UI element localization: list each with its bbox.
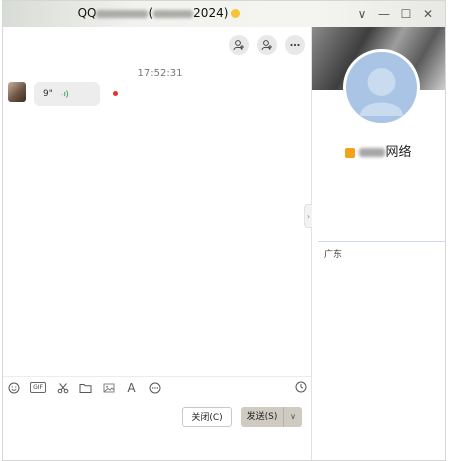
profile-nickname: 网络 [312,141,445,160]
emoji-button[interactable] [7,381,20,394]
gif-icon: GIF [30,382,46,393]
send-button[interactable]: 发送(S) [241,407,284,427]
maximize-button[interactable]: ☐ [395,4,417,24]
person-add-icon [233,40,244,51]
gif-button[interactable]: GIF [30,381,46,394]
profile-location: 广东 [324,250,343,260]
invite-button[interactable] [257,35,277,55]
profile-sidebar: 网络 广东 [312,27,445,460]
more-circle-icon [149,382,160,393]
chat-top-actions [221,35,305,55]
history-button[interactable] [295,381,307,396]
redacted-id [153,9,194,18]
image-button[interactable] [102,381,115,394]
scissors-icon [57,382,68,393]
profile-separator [318,241,445,242]
voice-duration: 9" [43,89,53,99]
more-button[interactable] [285,35,305,55]
profile-avatar[interactable] [343,49,420,126]
chat-panel: 17:52:31 9" GIF A [3,27,311,460]
title-prefix: QQ [77,6,97,20]
file-button[interactable] [79,381,92,394]
crown-badge-icon [345,147,356,158]
add-member-button[interactable] [229,35,249,55]
title-suffix: 2024) [193,6,229,20]
voice-message-bubble[interactable]: 9" [34,82,100,106]
person-add-icon [261,40,272,51]
window-title: QQ(2024) [3,6,315,20]
collapse-sidebar-button[interactable]: › [304,204,312,228]
folder-icon [79,383,92,393]
screenshot-button[interactable] [56,381,69,394]
input-toolbar: GIF A [3,376,311,399]
font-button[interactable]: A [125,380,138,395]
redacted-name [96,9,149,18]
smile-badge-icon [231,9,241,18]
chat-window: QQ(2024) ∨ — ☐ ✕ 17:52:31 9" GIF A 关闭(C)… [2,0,446,461]
message-timestamp: 17:52:31 [137,68,183,79]
pin-dropdown-button[interactable]: ∨ [351,4,373,24]
close-button[interactable]: 关闭(C) [182,407,232,427]
nickname-suffix: 网络 [385,145,412,160]
sender-avatar[interactable] [8,82,26,102]
ellipsis-icon [290,43,300,47]
default-avatar-icon [360,68,403,116]
title-bar[interactable]: QQ(2024) ∨ — ☐ ✕ [3,1,445,27]
unread-indicator [113,91,118,96]
emoji-icon [8,382,19,393]
close-window-button[interactable]: ✕ [417,4,439,24]
redacted-nickname [359,148,386,157]
image-icon [103,383,114,392]
minimize-button[interactable]: — [373,4,395,24]
more-tools-button[interactable] [148,381,161,394]
send-options-button[interactable]: ∨ [284,407,302,427]
font-icon: A [127,380,136,395]
send-button-group: 发送(S) ∨ [241,407,302,427]
clock-icon [295,381,307,393]
voice-wave-icon [61,90,68,98]
